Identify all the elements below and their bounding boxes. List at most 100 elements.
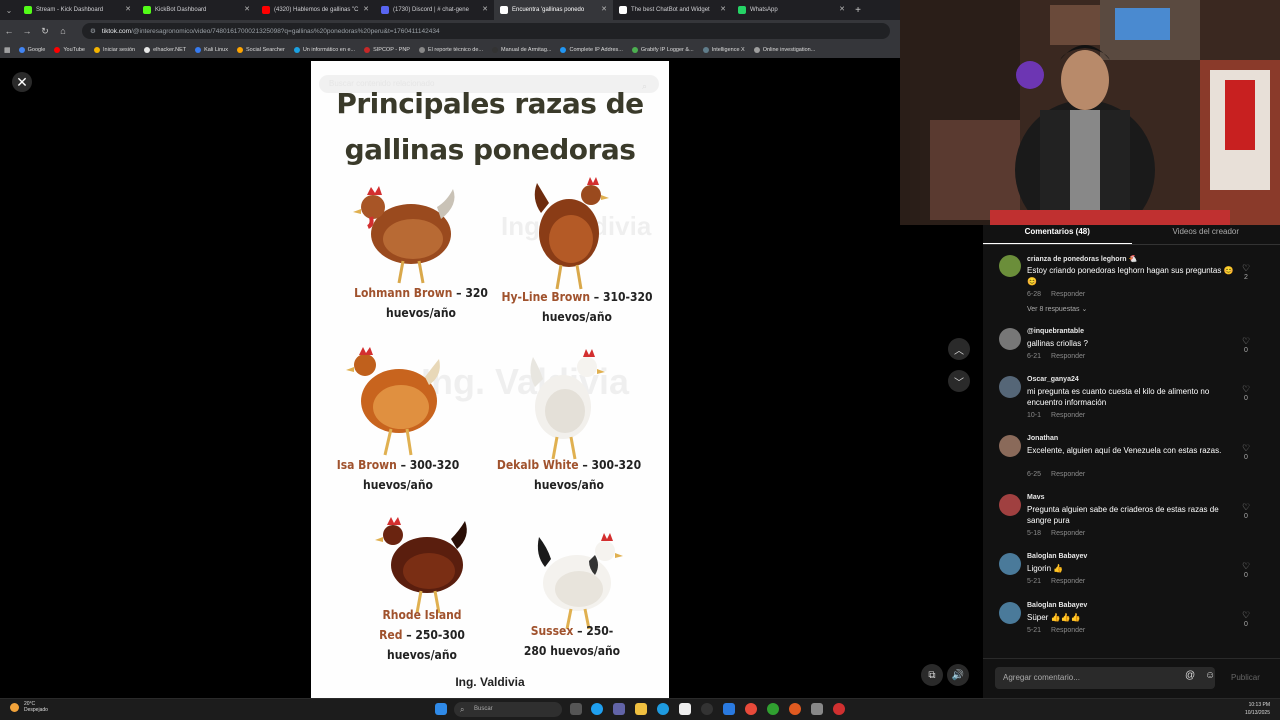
- bookmark-item[interactable]: Social Searcher: [236, 47, 285, 53]
- close-tab-icon[interactable]: ✕: [720, 5, 726, 13]
- close-tab-icon[interactable]: ✕: [482, 5, 488, 13]
- close-tab-icon[interactable]: ✕: [363, 5, 369, 13]
- bookmark-label: Complete IP Addres...: [569, 47, 623, 53]
- close-tab-icon[interactable]: ✕: [601, 5, 607, 13]
- previous-video-button[interactable]: ︿: [948, 338, 970, 360]
- reply-button[interactable]: Responder: [1051, 530, 1085, 537]
- browser-tab[interactable]: WhatsApp ✕: [732, 0, 851, 20]
- new-tab-button[interactable]: +: [851, 5, 865, 16]
- browser-tab[interactable]: Stream - Kick Dashboard ✕: [18, 0, 137, 20]
- comment-input[interactable]: Agregar comentario...: [995, 667, 1215, 689]
- comment-username[interactable]: @inquebrantable: [1027, 328, 1084, 335]
- emoji-icon[interactable]: ☺: [1205, 670, 1215, 681]
- comment-username[interactable]: Jonathan: [1027, 435, 1058, 442]
- video-title-line2: gallinas ponedoras: [344, 133, 636, 166]
- back-icon[interactable]: ←: [0, 26, 18, 36]
- bookmark-item[interactable]: El reporte técnico de...: [418, 47, 483, 53]
- teams-icon[interactable]: [613, 703, 625, 715]
- next-video-button[interactable]: ﹀: [948, 370, 970, 392]
- tab-label: WhatsApp: [750, 7, 778, 13]
- bookmark-item[interactable]: Iniciar sesión: [94, 47, 135, 53]
- browser-tab[interactable]: The best ChatBot and Widget ✕: [613, 0, 732, 20]
- tab-creator-videos[interactable]: Videos del creador: [1132, 225, 1280, 245]
- reply-button[interactable]: Responder: [1051, 627, 1085, 634]
- mention-icon[interactable]: @: [1185, 670, 1195, 681]
- edge-icon[interactable]: [657, 703, 669, 715]
- view-replies-button[interactable]: Ver 8 respuestas ⌄: [1027, 305, 1087, 313]
- site-info-icon[interactable]: ⚙: [90, 27, 96, 35]
- bookmark-item[interactable]: Complete IP Addres...: [560, 47, 623, 53]
- chrome-icon[interactable]: [745, 703, 757, 715]
- volume-button[interactable]: 🔊: [947, 664, 969, 686]
- like-button[interactable]: ♡ 0: [1239, 502, 1253, 522]
- like-button[interactable]: ♡ 0: [1239, 336, 1253, 356]
- copilot-icon[interactable]: [591, 703, 603, 715]
- tab-menu-button[interactable]: ⌄: [0, 6, 18, 15]
- system-clock[interactable]: 10:13 PM 10/13/2025: [1245, 701, 1270, 717]
- bookmark-item[interactable]: Un informático en e...: [293, 47, 355, 53]
- close-video-button[interactable]: ✕: [12, 72, 32, 92]
- home-icon[interactable]: ⌂: [54, 26, 72, 36]
- comment-username[interactable]: crianza de ponedoras leghorn 🐔: [1027, 255, 1137, 263]
- chrome-icon[interactable]: [833, 703, 845, 715]
- app-icon[interactable]: [811, 703, 823, 715]
- reload-icon[interactable]: ↻: [36, 26, 54, 37]
- avatar[interactable]: [999, 328, 1021, 350]
- bookmark-item[interactable]: Intelligence X: [702, 47, 745, 53]
- reply-button[interactable]: Responder: [1051, 412, 1085, 419]
- like-button[interactable]: ♡ 2: [1239, 263, 1253, 283]
- heart-icon: ♡: [1241, 336, 1251, 346]
- task-view-icon[interactable]: [570, 703, 582, 715]
- avatar[interactable]: [999, 255, 1021, 277]
- bookmark-item[interactable]: Online investigation...: [753, 47, 815, 53]
- bookmark-item[interactable]: YouTube: [54, 47, 85, 53]
- like-button[interactable]: ♡ 0: [1239, 443, 1253, 463]
- start-icon[interactable]: [435, 703, 447, 715]
- like-button[interactable]: ♡ 0: [1239, 384, 1253, 404]
- forward-icon[interactable]: →: [18, 26, 36, 36]
- publish-button[interactable]: Publicar: [1231, 673, 1260, 682]
- tab-comments[interactable]: Comentarios (48): [983, 225, 1132, 245]
- apps-icon[interactable]: ▦: [4, 46, 11, 54]
- picture-in-picture-button[interactable]: ⧉: [921, 664, 943, 686]
- bookmark-item[interactable]: Manual de Armitag...: [492, 47, 551, 53]
- browser-tab[interactable]: Encuentra 'gallinas ponedo ✕: [494, 0, 613, 20]
- close-tab-icon[interactable]: ✕: [125, 5, 131, 13]
- comment-username[interactable]: Mavs: [1027, 494, 1045, 501]
- browser-tab[interactable]: KickBot Dashboard ✕: [137, 0, 256, 20]
- settings-icon[interactable]: [701, 703, 713, 715]
- avatar[interactable]: [999, 553, 1021, 575]
- close-tab-icon[interactable]: ✕: [839, 5, 845, 13]
- url-field[interactable]: ⚙ tiktok.com/@interesagronomico/video/74…: [82, 23, 890, 39]
- browser-tab[interactable]: (4320) Hablemos de gallinas "C ✕: [256, 0, 375, 20]
- reply-button[interactable]: Responder: [1051, 291, 1085, 298]
- reply-button[interactable]: Responder: [1051, 353, 1085, 360]
- comment-username[interactable]: Baloglan Babayev: [1027, 553, 1087, 560]
- bookmark-item[interactable]: Grabify IP Logger &...: [631, 47, 694, 53]
- comment-username[interactable]: Oscar_ganya24: [1027, 376, 1079, 383]
- close-tab-icon[interactable]: ✕: [244, 5, 250, 13]
- bookmark-item[interactable]: SIPCOP - PNP: [364, 47, 410, 53]
- comment-username[interactable]: Baloglan Babayev: [1027, 602, 1087, 609]
- xbox-icon[interactable]: [767, 703, 779, 715]
- bookmark-item[interactable]: Google: [18, 47, 45, 53]
- avatar[interactable]: [999, 602, 1021, 624]
- firefox-icon[interactable]: [789, 703, 801, 715]
- tab-favicon-icon: [738, 6, 746, 14]
- taskbar-search[interactable]: ⌕ Buscar: [454, 702, 562, 717]
- browser-tab[interactable]: (1730) Discord | # chat-gene ✕: [375, 0, 494, 20]
- store-icon[interactable]: [679, 703, 691, 715]
- bookmark-item[interactable]: Kali Linux: [195, 47, 228, 53]
- weather-widget[interactable]: 20°C Despejado: [10, 701, 48, 713]
- like-button[interactable]: ♡ 0: [1239, 610, 1253, 630]
- avatar[interactable]: [999, 494, 1021, 516]
- reply-button[interactable]: Responder: [1051, 578, 1085, 585]
- like-button[interactable]: ♡ 0: [1239, 561, 1253, 581]
- avatar[interactable]: [999, 376, 1021, 398]
- file-explorer-icon[interactable]: [635, 703, 647, 715]
- video-player[interactable]: Buscar contenido relacionado ⌕ Principal…: [311, 61, 669, 698]
- bookmark-item[interactable]: elhacker.NET: [144, 47, 186, 53]
- avatar[interactable]: [999, 435, 1021, 457]
- reply-button[interactable]: Responder: [1051, 471, 1085, 478]
- app-icon[interactable]: [723, 703, 735, 715]
